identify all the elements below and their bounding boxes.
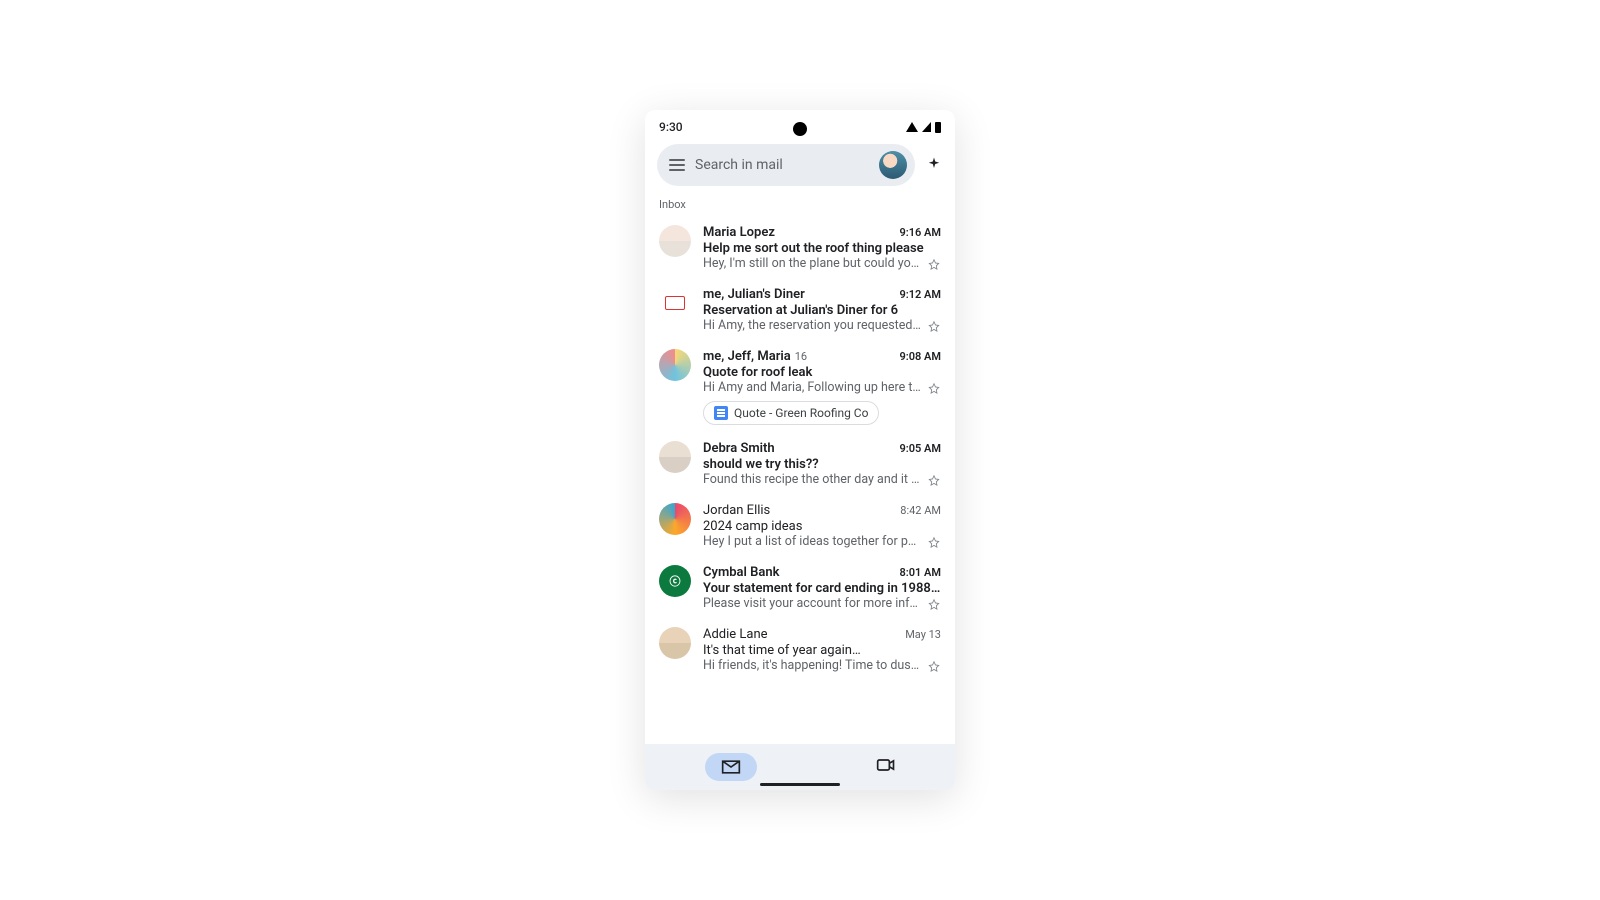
search-bar[interactable]: Search in mail bbox=[657, 144, 915, 186]
attachment-name: Quote - Green Roofing Co bbox=[734, 406, 868, 420]
email-subject: It's that time of year again… bbox=[703, 643, 941, 658]
email-row[interactable]: me, Jeff, Maria16 9:08 AM Quote for roof… bbox=[645, 341, 955, 433]
email-preview: Hey I put a list of ideas together for p… bbox=[703, 534, 921, 549]
bottom-nav bbox=[645, 744, 955, 790]
signal-icon bbox=[922, 122, 931, 132]
email-subject: Reservation at Julian's Diner for 6 bbox=[703, 303, 941, 318]
email-content: me, Jeff, Maria16 9:08 AM Quote for roof… bbox=[703, 349, 941, 425]
email-content: Jordan Ellis 8:42 AM 2024 camp ideas Hey… bbox=[703, 503, 941, 549]
search-placeholder: Search in mail bbox=[695, 157, 869, 173]
email-time: 8:01 AM bbox=[899, 566, 941, 579]
email-sender: me, Julian's Diner bbox=[703, 287, 805, 302]
email-time: 9:16 AM bbox=[899, 226, 941, 239]
email-row[interactable]: Debra Smith 9:05 AM should we try this??… bbox=[645, 433, 955, 495]
email-preview: Found this recipe the other day and it m… bbox=[703, 472, 921, 487]
phone-frame: 9:30 Search in mail Inbox Maria Lopez 9:… bbox=[645, 110, 955, 790]
email-preview: Hi Amy and Maria, Following up here t… bbox=[703, 380, 921, 395]
sender-avatar[interactable] bbox=[659, 503, 691, 535]
mail-icon bbox=[721, 759, 741, 775]
email-content: Addie Lane May 13 It's that time of year… bbox=[703, 627, 941, 673]
search-row: Search in mail bbox=[645, 140, 955, 194]
battery-icon bbox=[935, 122, 941, 133]
attachment-chip[interactable]: Quote - Green Roofing Co bbox=[703, 401, 879, 425]
email-sender: Cymbal Bank bbox=[703, 565, 780, 580]
email-row[interactable]: Jordan Ellis 8:42 AM 2024 camp ideas Hey… bbox=[645, 495, 955, 557]
sparkle-icon[interactable] bbox=[925, 156, 943, 174]
wifi-icon bbox=[906, 122, 918, 132]
status-bar: 9:30 bbox=[645, 110, 955, 140]
email-content: Debra Smith 9:05 AM should we try this??… bbox=[703, 441, 941, 487]
gesture-handle[interactable] bbox=[760, 783, 840, 786]
email-time: May 13 bbox=[905, 628, 941, 641]
nav-mail[interactable] bbox=[705, 753, 757, 781]
email-subject: should we try this?? bbox=[703, 457, 941, 472]
status-time: 9:30 bbox=[659, 120, 683, 134]
email-sender: me, Jeff, Maria16 bbox=[703, 349, 807, 364]
video-icon bbox=[876, 757, 896, 773]
email-content: me, Julian's Diner 9:12 AM Reservation a… bbox=[703, 287, 941, 333]
email-subject: Your statement for card ending in 1988 i… bbox=[703, 581, 941, 596]
star-icon[interactable] bbox=[927, 473, 941, 487]
email-sender: Addie Lane bbox=[703, 627, 768, 642]
sender-avatar[interactable] bbox=[659, 627, 691, 659]
star-icon[interactable] bbox=[927, 659, 941, 673]
star-icon[interactable] bbox=[927, 319, 941, 333]
email-row[interactable]: ⓒ Cymbal Bank 8:01 AM Your statement for… bbox=[645, 557, 955, 619]
email-preview: Hi Amy, the reservation you requested is… bbox=[703, 318, 921, 333]
account-avatar[interactable] bbox=[879, 151, 907, 179]
star-icon[interactable] bbox=[927, 257, 941, 271]
email-subject: Help me sort out the roof thing please bbox=[703, 241, 941, 256]
email-subject: Quote for roof leak bbox=[703, 365, 941, 380]
email-row[interactable]: me, Julian's Diner 9:12 AM Reservation a… bbox=[645, 279, 955, 341]
email-time: 9:08 AM bbox=[899, 350, 941, 363]
star-icon[interactable] bbox=[927, 597, 941, 611]
email-preview: Hi friends, it's happening! Time to dust… bbox=[703, 658, 921, 673]
star-icon[interactable] bbox=[927, 535, 941, 549]
sender-avatar[interactable] bbox=[659, 349, 691, 381]
email-row[interactable]: Addie Lane May 13 It's that time of year… bbox=[645, 619, 955, 681]
email-subject: 2024 camp ideas bbox=[703, 519, 941, 534]
status-icons bbox=[906, 122, 941, 133]
email-content: Cymbal Bank 8:01 AM Your statement for c… bbox=[703, 565, 941, 611]
email-preview: Hey, I'm still on the plane but could yo… bbox=[703, 256, 921, 271]
email-sender: Maria Lopez bbox=[703, 225, 775, 240]
email-sender: Jordan Ellis bbox=[703, 503, 770, 518]
nav-meet[interactable] bbox=[876, 757, 896, 777]
sender-avatar[interactable] bbox=[659, 441, 691, 473]
email-content: Maria Lopez 9:16 AM Help me sort out the… bbox=[703, 225, 941, 271]
email-preview: Please visit your account for more infor… bbox=[703, 596, 921, 611]
star-icon[interactable] bbox=[927, 381, 941, 395]
email-list[interactable]: Maria Lopez 9:16 AM Help me sort out the… bbox=[645, 217, 955, 744]
sender-avatar[interactable]: ⓒ bbox=[659, 565, 691, 597]
camera-notch bbox=[793, 122, 807, 136]
sender-avatar[interactable] bbox=[659, 225, 691, 257]
email-sender: Debra Smith bbox=[703, 441, 775, 456]
doc-icon bbox=[714, 406, 728, 420]
email-time: 9:05 AM bbox=[899, 442, 941, 455]
menu-icon[interactable] bbox=[669, 159, 685, 171]
sender-avatar[interactable] bbox=[659, 287, 691, 319]
email-time: 8:42 AM bbox=[900, 504, 941, 517]
email-row[interactable]: Maria Lopez 9:16 AM Help me sort out the… bbox=[645, 217, 955, 279]
section-label: Inbox bbox=[645, 194, 955, 217]
email-time: 9:12 AM bbox=[899, 288, 941, 301]
